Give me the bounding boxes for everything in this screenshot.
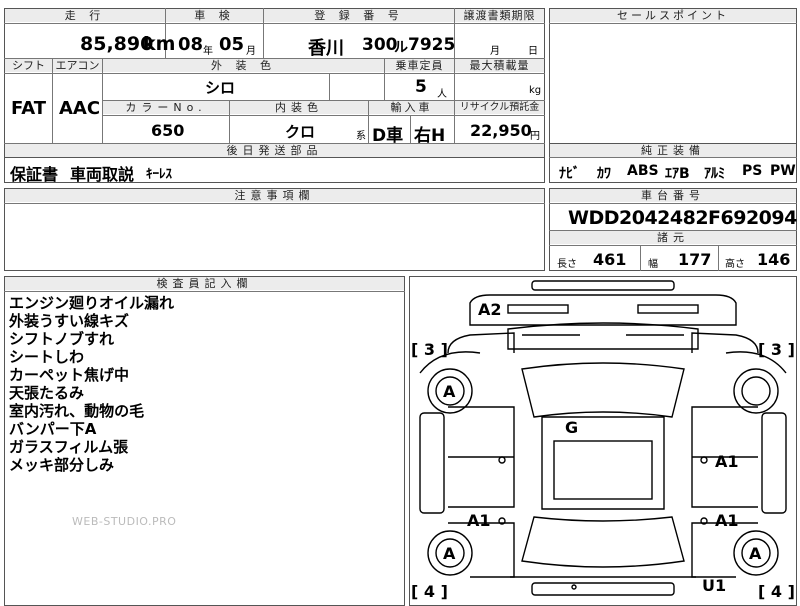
color-no-header: カラーNo. [103, 101, 229, 114]
plate-class: 300 [362, 35, 398, 55]
later-parts-header: 後日発送部品 [5, 144, 544, 157]
recycle-header: リサイクル預託金 [455, 101, 544, 114]
width-label: 幅 [648, 259, 658, 270]
sales-point-box [549, 8, 797, 144]
mileage-header: 走 行 [5, 9, 165, 22]
dimensions-header: 諸元 [550, 231, 796, 244]
height-label: 高さ [725, 259, 745, 270]
note-item: 天張たるみ [9, 384, 85, 402]
note-item: エンジン廻りオイル漏れ [9, 294, 175, 312]
mark-tire-left-rear: [ 4 ] [411, 582, 448, 601]
note-item: 外装うすい線キズ [9, 312, 130, 330]
interior-color-value: クロ [285, 123, 316, 141]
mark-door-right-rear: A1 [715, 511, 739, 530]
inspection-year-unit: 年 [203, 46, 213, 57]
exterior-color-header: 外 装 色 [103, 59, 384, 72]
inspector-notes-list: エンジン廻りオイル漏れ 外装うすい線キズ シフトノブすれ シートしわ カーペット… [9, 294, 174, 474]
inspection-header: 車 検 [166, 9, 263, 22]
equipment-item: ｶﾜ [597, 166, 611, 182]
mark-tire-left-front: [ 3 ] [411, 340, 448, 359]
chassis-number: WDD2042482F692094 [568, 207, 797, 229]
later-part-item: 車両取説 [70, 165, 135, 184]
inspection-year: 08 [178, 34, 204, 55]
deadline-month-unit: 月 [490, 46, 500, 57]
note-item: バンパー下A [9, 420, 97, 438]
caution-header: 注意事項欄 [5, 189, 544, 202]
chassis-header: 車台番号 [550, 189, 796, 202]
height-value: 146 [757, 250, 791, 269]
mark-windshield: G [565, 418, 579, 437]
note-item: ガラスフィルム張 [9, 438, 129, 456]
aircon-value: AAC [59, 98, 101, 119]
note-item: カーペット焦げ中 [9, 366, 130, 384]
interior-color-suffix: 系 [356, 131, 366, 142]
deadline-day-unit: 日 [528, 46, 538, 57]
plate-region: 香川 [308, 38, 344, 59]
import-header: 輸入車 [369, 101, 454, 114]
watermark: WEB-STUDIO.PRO [72, 515, 177, 528]
mark-fender-left-rear: A [443, 544, 456, 563]
inspection-month-unit: 月 [246, 46, 256, 57]
equipment-item: ｱﾙﾐ [704, 166, 725, 182]
mileage-unit: km [143, 33, 176, 55]
max-load-unit: kg [529, 85, 542, 96]
later-part-item: ｷｰﾚｽ [146, 167, 172, 182]
equipment-header: 純正装備 [550, 144, 796, 157]
note-item: メッキ部分しみ [9, 456, 115, 474]
capacity-unit: 人 [437, 89, 447, 100]
vehicle-info-table [4, 8, 545, 158]
sales-point-header: セールスポイント [550, 9, 796, 22]
mark-door-right-front: A1 [715, 452, 739, 471]
mark-fender-left: A [443, 382, 456, 401]
equipment-item: PW [770, 163, 796, 179]
shift-header: シフト [5, 59, 52, 72]
registration-header: 登 録 番 号 [264, 9, 454, 22]
aircon-header: エアコン [53, 59, 102, 72]
equipment-item: ﾅﾋﾞ [559, 166, 580, 182]
width-value: 177 [678, 250, 712, 269]
mark-rear: U1 [702, 576, 727, 595]
recycle-fee-unit: 円 [530, 131, 540, 142]
capacity-header: 乗車定員 [385, 59, 454, 72]
mark-door-left-rear: A1 [467, 511, 491, 530]
inspection-month: 05 [219, 34, 245, 55]
interior-color-header: 内装色 [230, 101, 368, 114]
equipment-item: ｴｱB [665, 166, 690, 182]
equipment-item: ABS [627, 163, 659, 179]
length-label: 長さ [557, 259, 577, 270]
note-item: シートしわ [9, 348, 85, 366]
recycle-fee-value: 22,950 [470, 121, 532, 140]
mark-fender-right-rear: A [749, 544, 762, 563]
plate-kana: ル [394, 40, 408, 56]
shift-value: FAT [11, 98, 47, 119]
max-load-header: 最大積載量 [455, 59, 544, 72]
length-value: 461 [593, 250, 627, 269]
mark-tire-right-rear: [ 4 ] [758, 582, 795, 601]
inspector-notes-header: 検査員記入欄 [5, 277, 404, 290]
note-item: シフトノブすれ [9, 330, 115, 348]
mark-tire-right-front: [ 3 ] [758, 340, 795, 359]
equipment-item: PS [742, 163, 763, 179]
transfer-deadline-header: 譲渡書類期限 [455, 9, 544, 22]
mark-front-bumper: A2 [478, 300, 502, 319]
color-no-value: 650 [151, 121, 185, 140]
capacity-value: 5 [415, 77, 427, 97]
plate-number: 7925 [408, 35, 456, 55]
note-item: 室内汚れ、動物の毛 [9, 402, 145, 420]
exterior-color-value: シロ [205, 79, 236, 97]
later-part-item: 保証書 [10, 165, 59, 184]
car-diagram [419, 280, 787, 596]
